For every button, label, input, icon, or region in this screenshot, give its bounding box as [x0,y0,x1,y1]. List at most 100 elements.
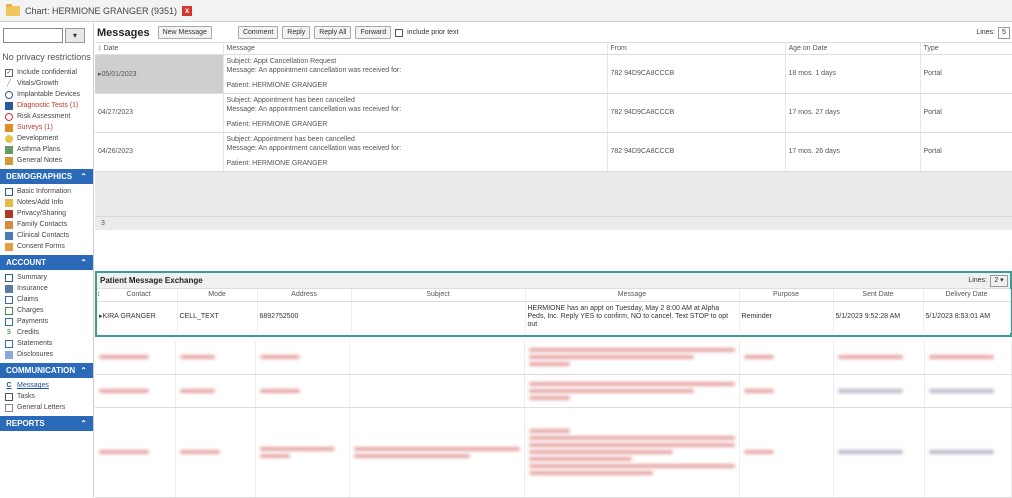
col-from[interactable]: From [607,43,786,55]
summary-icon [5,273,13,282]
sidebar-item-insurance[interactable]: Insurance [0,283,93,294]
col-date[interactable]: ↕ Date [95,43,224,55]
new-message-button[interactable]: New Message [157,26,212,39]
sidebar-item-summary[interactable]: Summary [0,272,93,283]
section-title: DEMOGRAPHICS [6,172,73,181]
col-contact-label: Contact [126,291,151,299]
sidebar-item-surveys[interactable]: Surveys (1) [0,122,93,133]
sidebar-item-claims[interactable]: Claims [0,294,93,305]
id-card-icon [5,187,13,196]
folder-icon [6,3,20,16]
message-patient: Patient: HERMIONE GRANGER [226,82,328,89]
disclosures-icon [5,350,13,359]
row-date: 04/27/2023 [95,93,224,133]
col-message[interactable]: Message [525,289,740,302]
lines-select[interactable]: 5 [998,26,1010,39]
sidebar-item-label: Risk Assessment [17,113,71,120]
row-date: ▸05/01/2023 [95,54,224,94]
sidebar-item-statements[interactable]: Statements [0,338,93,349]
table-row[interactable]: ▸KIRA GRANGER CELL_TEXT 6892752500 HERMI… [97,301,1011,333]
close-icon[interactable]: x [182,5,193,16]
sidebar-item-development[interactable]: Development [0,133,93,144]
page-title: Messages [97,26,150,39]
asthma-icon [5,145,13,154]
col-mode[interactable]: Mode [177,289,258,302]
pme-table-header: ↕ Contact Mode Address Subject Message Pu… [97,289,1011,302]
table-row[interactable]: ▸05/01/2023 Subject: Appt Cancellation R… [95,54,1012,94]
message-body: Message: An appointment cancellation was… [226,145,402,152]
col-address[interactable]: Address [257,289,352,302]
notes-icon [5,198,13,207]
messages-count: 3 [95,215,1012,230]
sidebar-item-asthma[interactable]: Asthma Plans [0,144,93,155]
privacy-icon [5,209,13,218]
sidebar-item-credits[interactable]: $ Credits [0,327,93,338]
sidebar-item-clinical[interactable]: Clinical Contacts [0,230,93,241]
sidebar-search-input[interactable] [3,28,63,43]
section-communication[interactable]: COMMUNICATION ⌃ [0,363,93,378]
sidebar-item-payments[interactable]: Payments [0,316,93,327]
sidebar-item-label: Include confidential [17,69,77,76]
col-subject[interactable]: Subject [351,289,526,302]
sidebar-item-vitals[interactable]: ╱ Vitals/Growth [0,78,93,89]
sidebar-item-family[interactable]: Family Contacts [0,219,93,230]
sidebar-item-disclosures[interactable]: Disclosures [0,349,93,360]
sidebar-item-consent[interactable]: Consent Forms [0,241,93,252]
row-date: 04/26/2023 [95,132,224,172]
table-row[interactable]: 04/26/2023 Subject: Appointment has been… [95,132,1012,172]
chevron-down-icon[interactable]: ▾ [65,28,85,43]
sidebar-item-tasks[interactable]: Tasks [0,391,93,402]
sidebar-item-label: Consent Forms [17,243,65,250]
table-row[interactable]: 04/27/2023 Subject: Appointment has been… [95,93,1012,133]
main-panel: Messages New Message Comment Reply Reply… [95,23,1012,498]
sidebar-item-label: General Letters [17,404,66,411]
col-message[interactable]: Message [223,43,608,55]
row-from: 782 94D9CA8CCCB [607,54,786,94]
col-delivery-date[interactable]: Delivery Date [923,289,1011,302]
comment-button[interactable]: Comment [237,26,279,39]
sidebar-item-privacy[interactable]: Privacy/Sharing [0,208,93,219]
pme-title: Patient Message Exchange [100,276,203,285]
include-confidential-checkbox[interactable]: ✓ Include confidential [0,67,93,78]
sidebar-item-risk[interactable]: Risk Assessment [0,111,93,122]
row-mode: CELL_TEXT [177,301,258,333]
col-purpose[interactable]: Purpose [739,289,834,302]
sidebar-search: ▾ [0,23,93,46]
messages-toolbar: Messages New Message Comment Reply Reply… [95,23,1012,43]
sidebar-item-label: Surveys (1) [17,124,53,131]
section-reports[interactable]: REPORTS ⌃ [0,416,93,431]
row-type: Portal [920,54,1012,94]
sidebar-item-label: Vitals/Growth [17,80,59,87]
redacted-table [95,341,1012,498]
sidebar-item-charges[interactable]: Charges [0,305,93,316]
redacted-row [95,374,1012,408]
sidebar-item-general-notes[interactable]: General Notes [0,155,93,166]
sidebar-item-notes-add-info[interactable]: Notes/Add Info [0,197,93,208]
sidebar-item-messages[interactable]: C Messages [0,380,93,391]
row-contact: ▸KIRA GRANGER [97,301,178,333]
section-demographics[interactable]: DEMOGRAPHICS ⌃ [0,169,93,184]
chevron-up-icon: ⌃ [80,366,87,375]
col-type[interactable]: Type [920,43,1012,55]
col-age[interactable]: Age on Date [785,43,921,55]
pme-lines-select[interactable]: 2 ▾ [990,274,1008,287]
forward-button[interactable]: Forward [355,26,392,39]
row-age: 18 mos. 1 days [785,54,921,94]
col-contact[interactable]: ↕ Contact [97,289,178,302]
redacted-row [95,341,1012,375]
sidebar-item-diagnostic[interactable]: Diagnostic Tests (1) [0,100,93,111]
reply-all-button[interactable]: Reply All [314,26,352,39]
col-sent-date[interactable]: Sent Date [833,289,924,302]
include-prior-label: include prior text [407,29,459,36]
row-age: 17 mos. 27 days [785,93,921,133]
sidebar-item-implantable[interactable]: Implantable Devices [0,89,93,100]
claims-icon [5,295,13,304]
reply-button[interactable]: Reply [282,26,311,39]
section-account[interactable]: ACCOUNT ⌃ [0,255,93,270]
chart-icon [5,101,13,110]
include-prior-checkbox[interactable] [395,28,404,37]
sidebar-item-basic-info[interactable]: Basic Information [0,186,93,197]
notes-icon [5,156,13,165]
row-delivery-date: 5/1/2023 8:53:01 AM [923,301,1011,333]
sidebar-item-letters[interactable]: General Letters [0,402,93,413]
